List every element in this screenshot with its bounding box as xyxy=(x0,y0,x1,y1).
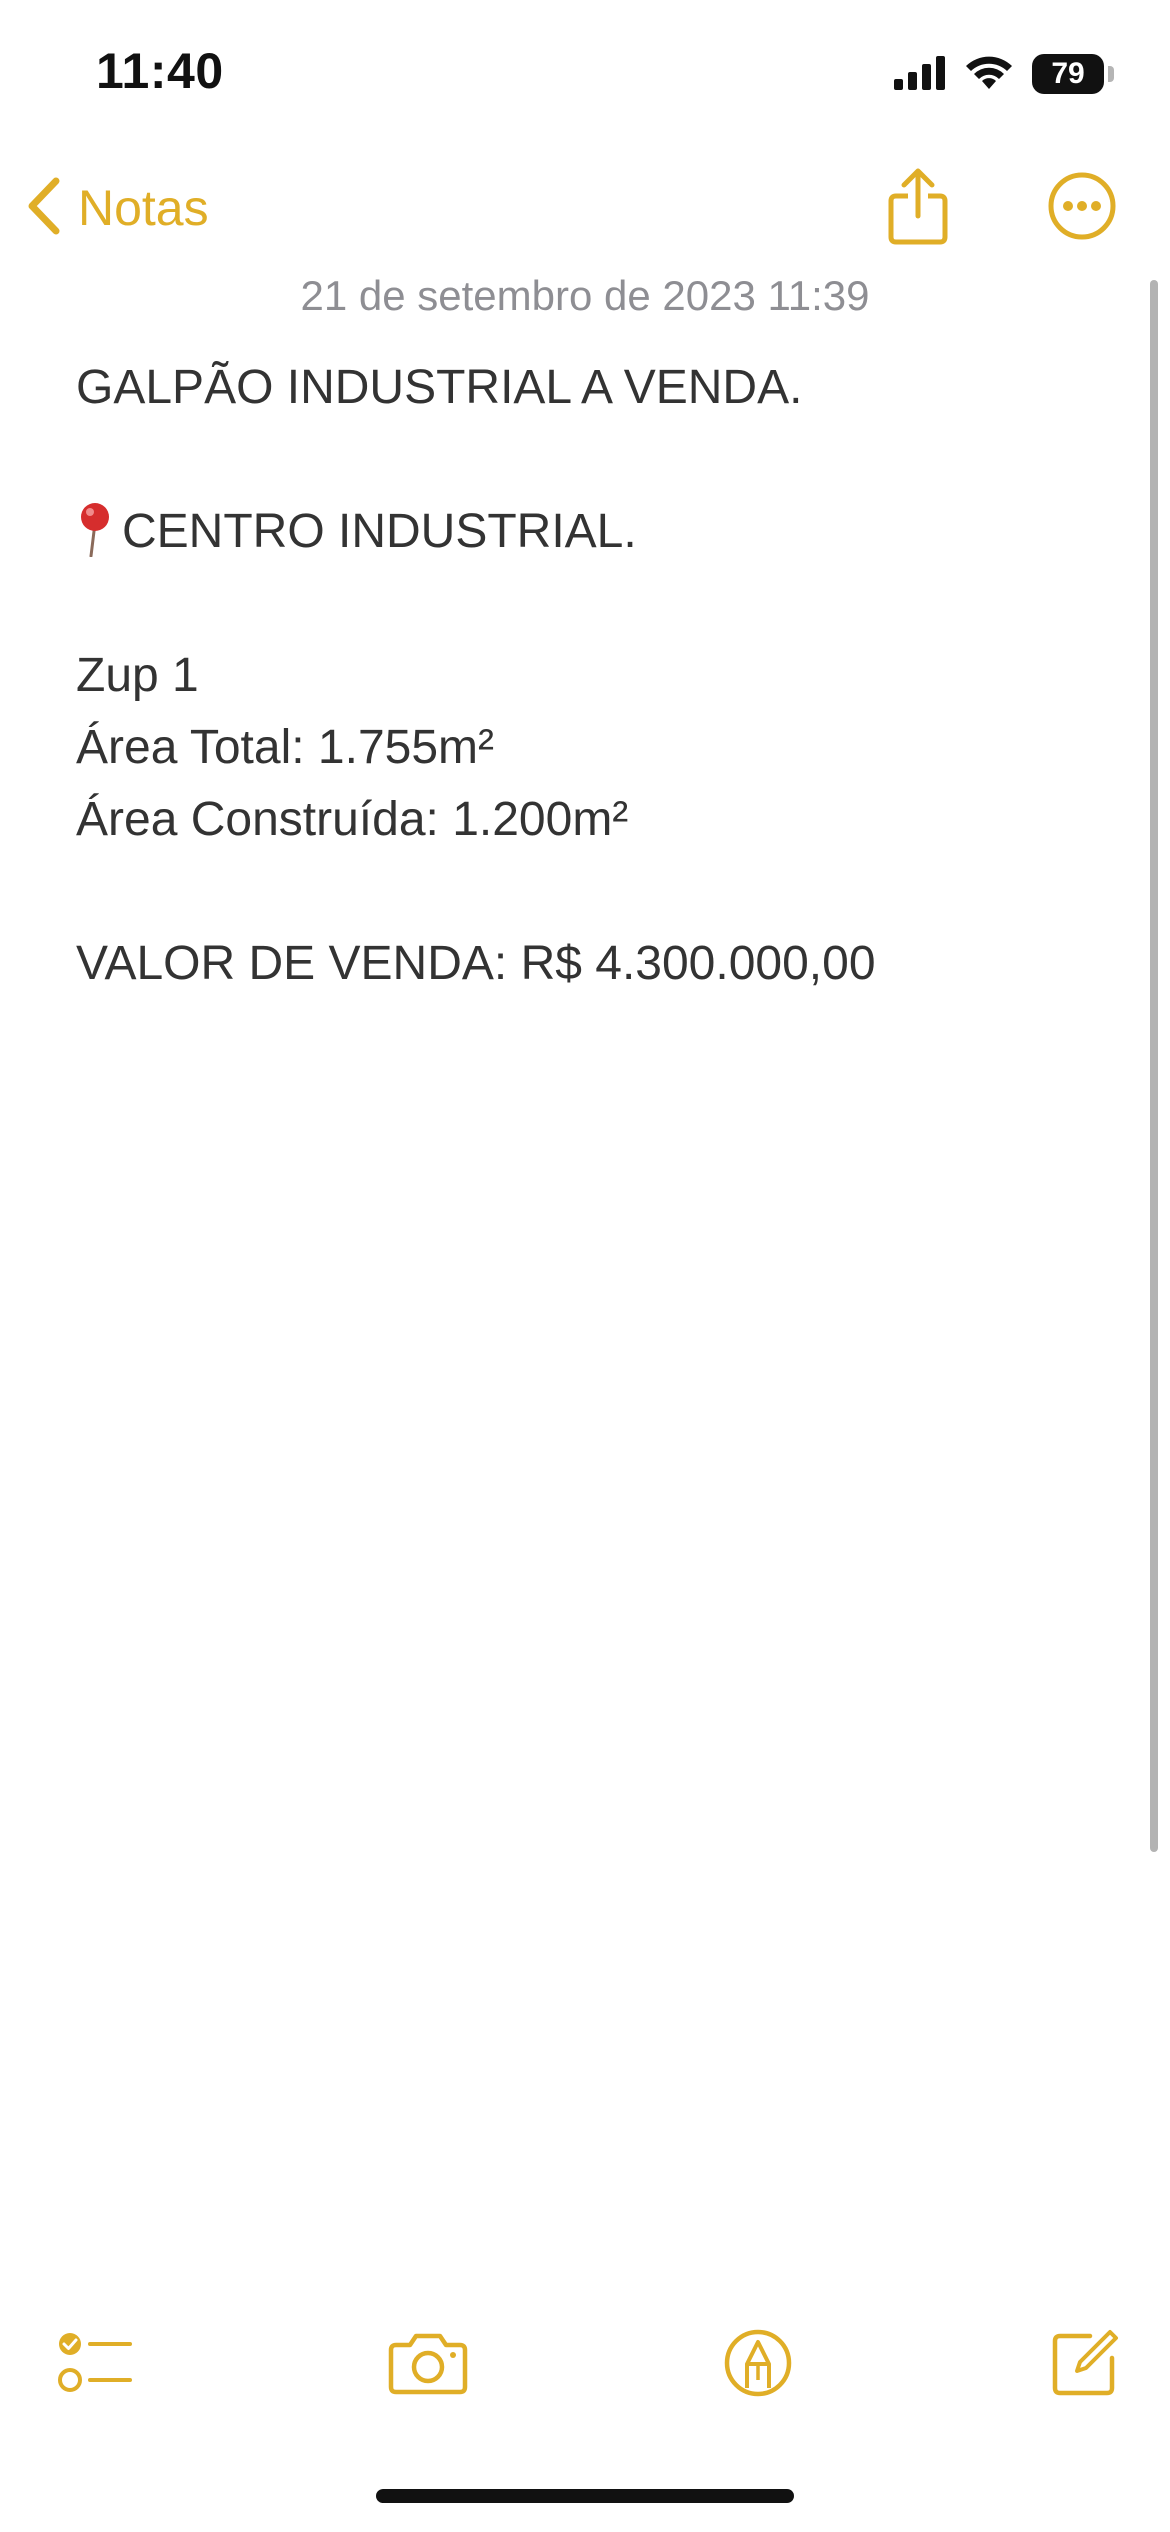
share-icon xyxy=(886,166,950,251)
battery-level: 79 xyxy=(1051,57,1085,90)
checklist-icon xyxy=(58,2330,132,2401)
cellular-signal-icon xyxy=(894,54,946,95)
note-title: GALPÃO INDUSTRIAL A VENDA. xyxy=(76,361,803,414)
round-pushpin-icon xyxy=(76,501,114,558)
navigation-bar: Notas xyxy=(0,160,1170,260)
ellipsis-circle-icon xyxy=(1047,171,1117,246)
bottom-toolbar xyxy=(0,2310,1170,2420)
status-time: 11:40 xyxy=(96,43,224,99)
more-button[interactable] xyxy=(1034,160,1130,256)
back-label: Notas xyxy=(78,180,209,236)
note-line-total-area: Área Total: 1.755m² xyxy=(76,721,495,774)
battery-tip xyxy=(1108,66,1114,82)
status-icons: 79 xyxy=(894,50,1114,98)
back-button[interactable]: Notas xyxy=(24,168,209,248)
note-location-line: CENTRO INDUSTRIAL. xyxy=(76,496,1106,568)
note-price: VALOR DE VENDA: R$ 4.300.000,00 xyxy=(76,937,876,990)
note-line-built-area: Área Construída: 1.200m² xyxy=(76,793,629,846)
status-bar: 11:40 79 xyxy=(0,0,1170,140)
vertical-scrollbar[interactable] xyxy=(1150,280,1158,1852)
chevron-left-icon xyxy=(24,175,64,242)
checklist-button[interactable] xyxy=(40,2310,150,2420)
note-location: CENTRO INDUSTRIAL. xyxy=(122,505,637,558)
camera-button[interactable] xyxy=(373,2310,483,2420)
battery-icon: 79 xyxy=(1032,54,1104,94)
note-date: 21 de setembro de 2023 11:39 xyxy=(300,272,870,319)
markup-pen-icon xyxy=(723,2328,793,2403)
camera-icon xyxy=(388,2331,468,2400)
markup-button[interactable] xyxy=(703,2310,813,2420)
home-indicator[interactable] xyxy=(376,2489,794,2503)
share-button[interactable] xyxy=(870,160,966,256)
compose-button[interactable] xyxy=(1030,2310,1140,2420)
compose-icon xyxy=(1050,2328,1120,2403)
wifi-icon xyxy=(964,53,1014,96)
note-line-zup: Zup 1 xyxy=(76,649,199,702)
note-body[interactable]: GALPÃO INDUSTRIAL A VENDA. CENTRO INDUST… xyxy=(76,352,1106,1000)
